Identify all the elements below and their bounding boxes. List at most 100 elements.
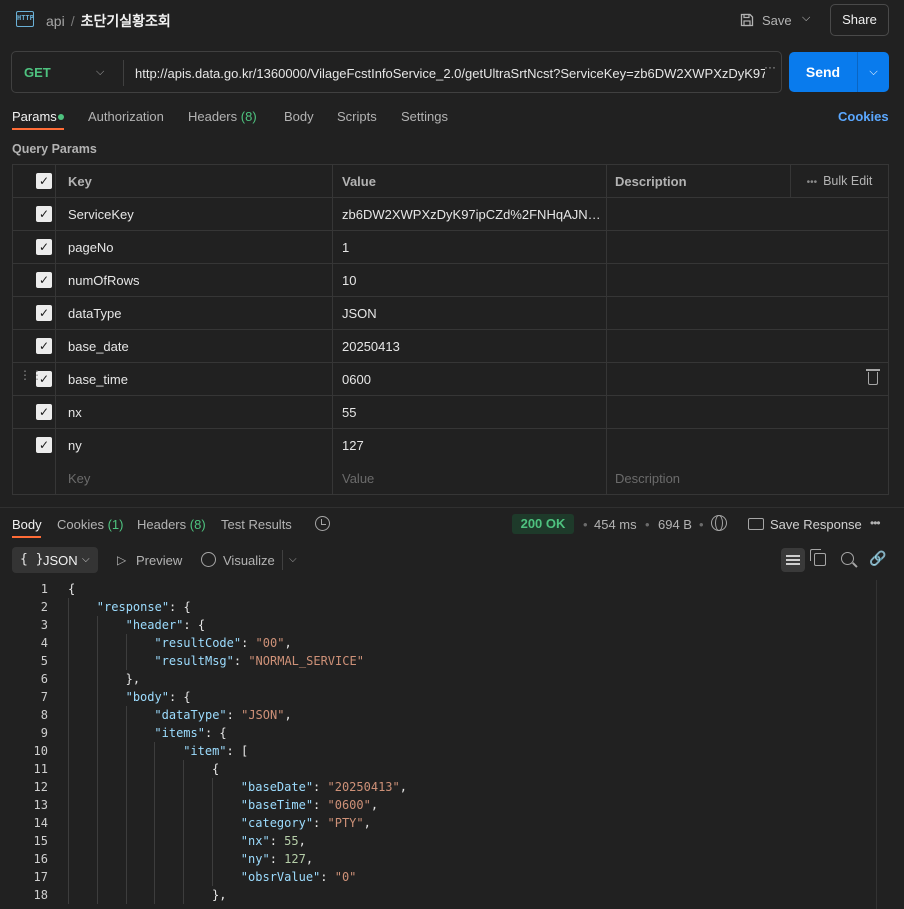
new-value-input[interactable]: Value bbox=[332, 462, 606, 495]
new-description-input[interactable]: Description bbox=[606, 462, 790, 495]
param-key[interactable]: nx bbox=[55, 396, 332, 429]
indent-guide bbox=[96, 778, 98, 796]
tab-response-cookies[interactable]: Cookies (1) bbox=[57, 517, 123, 532]
row-checkbox[interactable]: ✓ bbox=[36, 272, 52, 288]
copy-icon[interactable] bbox=[810, 549, 826, 566]
code-token: 55 bbox=[284, 834, 299, 848]
tab-settings[interactable]: Settings bbox=[401, 109, 448, 124]
indent-guide bbox=[68, 850, 69, 868]
wrap-lines-icon[interactable] bbox=[781, 548, 805, 572]
param-description[interactable] bbox=[606, 198, 790, 231]
response-divider[interactable] bbox=[0, 507, 904, 508]
tab-scripts[interactable]: Scripts bbox=[337, 109, 377, 124]
status-badge[interactable]: 200 OK bbox=[512, 514, 574, 534]
send-button[interactable]: Send bbox=[789, 52, 857, 92]
indent-guide bbox=[125, 760, 127, 778]
code-token: : bbox=[269, 834, 285, 848]
indent-guide bbox=[212, 778, 213, 796]
url-input[interactable] bbox=[135, 64, 765, 82]
tab-headers-label: Headers bbox=[188, 109, 238, 124]
indent-guide bbox=[96, 706, 98, 724]
chevron-down-icon[interactable]: ⌵ bbox=[82, 554, 90, 565]
preview-button[interactable]: Preview bbox=[136, 553, 182, 568]
response-time[interactable]: 454 ms bbox=[594, 517, 637, 532]
param-value[interactable]: 55 bbox=[332, 396, 606, 429]
param-description[interactable] bbox=[606, 231, 790, 264]
response-body-editor[interactable]: 1{2 "response": {3 "header": {4 "resultCode… bbox=[0, 580, 876, 909]
scrollbar[interactable] bbox=[876, 580, 890, 909]
param-key[interactable]: dataType bbox=[55, 297, 332, 330]
param-key[interactable]: base_time bbox=[55, 363, 332, 396]
param-description[interactable] bbox=[606, 363, 790, 396]
row-checkbox[interactable]: ✓ bbox=[36, 239, 52, 255]
save-button[interactable]: Save bbox=[740, 10, 792, 30]
tab-params[interactable]: Params bbox=[12, 109, 57, 124]
tab-response-headers[interactable]: Headers (8) bbox=[137, 517, 206, 532]
indent-guide bbox=[154, 760, 156, 778]
param-description[interactable] bbox=[606, 396, 790, 429]
trash-icon[interactable] bbox=[866, 369, 880, 385]
code-line: 14 "category": "PTY", bbox=[0, 814, 876, 832]
more-dots-icon: ••• bbox=[806, 177, 818, 188]
code-token: : bbox=[320, 870, 335, 884]
search-icon[interactable] bbox=[841, 552, 854, 565]
param-key[interactable]: ny bbox=[55, 429, 332, 462]
param-value[interactable]: zb6DW2XWPXzDyK97ipCZd%2FNHqAJN68… bbox=[332, 198, 606, 231]
save-response-button[interactable]: Save Response bbox=[770, 517, 862, 532]
param-value[interactable]: 20250413 bbox=[332, 330, 606, 363]
code-token: : bbox=[313, 798, 328, 812]
chevron-down-icon[interactable]: ⌵ bbox=[289, 554, 297, 565]
param-description[interactable] bbox=[606, 429, 790, 462]
param-key[interactable]: numOfRows bbox=[55, 264, 332, 297]
tab-test-results[interactable]: Test Results bbox=[221, 517, 292, 532]
new-key-input[interactable]: Key bbox=[55, 462, 332, 495]
dot-separator: • bbox=[583, 517, 588, 532]
param-value[interactable]: 0600 bbox=[332, 363, 606, 396]
row-checkbox[interactable]: ✓ bbox=[36, 338, 52, 354]
code-token: "0600" bbox=[327, 798, 371, 812]
visualize-button[interactable]: Visualize bbox=[223, 553, 275, 568]
indent-guide bbox=[96, 652, 98, 670]
param-description[interactable] bbox=[606, 264, 790, 297]
param-value[interactable]: 1 bbox=[332, 231, 606, 264]
row-checkbox[interactable]: ✓ bbox=[36, 305, 52, 321]
share-button[interactable]: Share bbox=[830, 4, 889, 36]
active-tab-indicator bbox=[12, 536, 41, 538]
drag-handle-icon[interactable]: ⋮⋮ bbox=[19, 369, 43, 381]
bulk-edit-button[interactable]: ••• Bulk Edit bbox=[790, 165, 888, 198]
code-token: "20250413" bbox=[327, 780, 400, 794]
table-row: ✓ nx 55 bbox=[13, 396, 888, 429]
request-title[interactable]: 초단기실황조회 bbox=[81, 13, 171, 29]
more-options-icon[interactable]: ••• bbox=[870, 516, 881, 530]
globe-icon[interactable] bbox=[711, 515, 727, 531]
history-icon[interactable] bbox=[315, 516, 330, 531]
method-select[interactable]: GET bbox=[24, 65, 51, 80]
cookies-link[interactable]: Cookies bbox=[838, 109, 889, 124]
format-label[interactable]: JSON bbox=[43, 553, 78, 568]
row-checkbox[interactable]: ✓ bbox=[36, 206, 52, 222]
row-checkbox[interactable]: ✓ bbox=[36, 437, 52, 453]
param-value[interactable]: 127 bbox=[332, 429, 606, 462]
tab-body[interactable]: Body bbox=[284, 109, 314, 124]
param-description[interactable] bbox=[606, 297, 790, 330]
param-value[interactable]: 10 bbox=[332, 264, 606, 297]
param-description[interactable] bbox=[606, 330, 790, 363]
code-token: , bbox=[305, 852, 314, 866]
param-key[interactable]: ServiceKey bbox=[55, 198, 332, 231]
save-options-chevron-icon[interactable]: ⌵ bbox=[802, 12, 810, 25]
headers-count: (8) bbox=[189, 517, 206, 532]
link-icon[interactable]: 🔗 bbox=[869, 551, 886, 566]
tab-authorization[interactable]: Authorization bbox=[88, 109, 164, 124]
tab-response-body[interactable]: Body bbox=[12, 517, 42, 532]
send-options-chevron-icon[interactable]: ⌵ bbox=[857, 52, 889, 92]
param-key[interactable]: pageNo bbox=[55, 231, 332, 264]
collection-link[interactable]: api bbox=[46, 13, 65, 29]
chevron-down-icon[interactable]: ⌵ bbox=[96, 66, 104, 79]
select-all-checkbox[interactable]: ✓ bbox=[36, 173, 52, 189]
response-size[interactable]: 694 B bbox=[658, 517, 692, 532]
tab-headers[interactable]: Headers (8) bbox=[188, 109, 257, 124]
param-key[interactable]: base_date bbox=[55, 330, 332, 363]
param-value[interactable]: JSON bbox=[332, 297, 606, 330]
row-checkbox[interactable]: ✓ bbox=[36, 404, 52, 420]
indent-guide bbox=[96, 634, 98, 652]
